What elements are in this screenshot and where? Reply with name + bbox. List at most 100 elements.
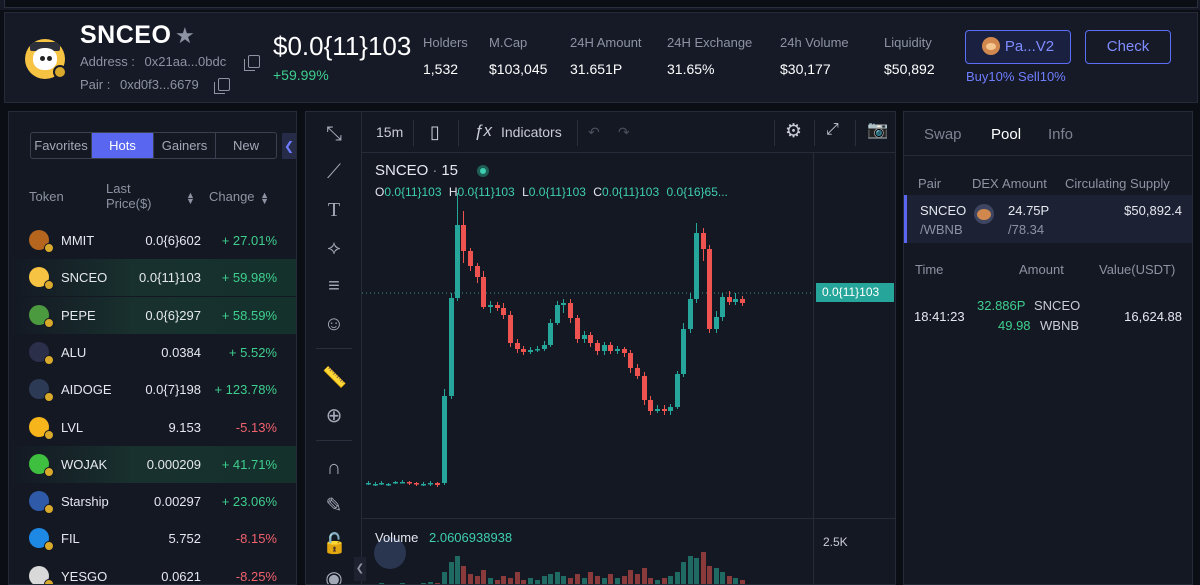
copy-address-icon[interactable] (244, 55, 260, 71)
volume-bar (455, 556, 460, 584)
col-change[interactable]: Change ▲ ▼ (209, 189, 274, 205)
indicators-button[interactable]: Indicators (501, 124, 562, 140)
token-change: + 58.59% (221, 307, 277, 323)
price-change: +59.99% (273, 67, 329, 83)
tab-favorites[interactable]: Favorites (31, 133, 92, 158)
candle (602, 345, 607, 351)
pattern-tool-icon[interactable]: ⟡ (322, 236, 346, 260)
check-button[interactable]: Check (1085, 30, 1171, 64)
candle (535, 349, 540, 351)
token-price: 0.0{6}602 (145, 233, 201, 248)
candle (528, 350, 533, 352)
candle (582, 335, 587, 339)
token-change: -5.13% (235, 419, 277, 435)
volume-bar (535, 580, 540, 584)
crosshair-tool-icon[interactable]: ⤡ (322, 122, 346, 146)
candle (622, 349, 627, 353)
candle (740, 299, 745, 303)
candle (414, 483, 419, 485)
volume-bar (481, 570, 486, 584)
candle-style-icon[interactable]: ▯ (430, 122, 440, 143)
token-name: ALU (61, 344, 87, 360)
hide-icon[interactable]: ◉ (322, 567, 346, 584)
candle (568, 303, 573, 318)
candle (508, 315, 513, 343)
token-change: + 123.78% (214, 382, 277, 398)
trend-line-tool-icon[interactable]: ⟋ (322, 160, 346, 184)
lock-icon[interactable]: 🔓 (322, 532, 347, 556)
token-row-fil[interactable]: FIL 5.752 -8.15% (9, 520, 296, 557)
col-token: Token (29, 189, 64, 204)
top-strip (0, 0, 1200, 10)
stat-holders: Holders 1,532 (423, 35, 468, 77)
ruler-tool-icon[interactable]: 📏 (322, 366, 347, 390)
candle (561, 303, 566, 305)
collapse-panel-button[interactable]: ❮ (282, 133, 296, 159)
indicators-icon[interactable]: ƒx (474, 121, 492, 141)
camera-icon[interactable]: 📷 (867, 120, 888, 140)
tab-pool[interactable]: Pool (991, 126, 1021, 143)
sort-price-icon[interactable]: ▲ ▼ (186, 189, 200, 205)
zoom-in-icon[interactable]: ⊕ (322, 404, 346, 428)
snceo-token-icon (29, 267, 54, 291)
candle (727, 297, 732, 302)
tx-row[interactable]: 18:41:23 32.886P SNCEO 49.98 WBNB 16,624… (904, 294, 1192, 338)
candle (468, 251, 473, 266)
pool-row[interactable]: SNCEO /WBNB 24.75P /78.34 $50,892.4 (904, 195, 1192, 243)
candle (521, 349, 526, 352)
token-row-wojak[interactable]: WOJAK 0.000209 + 41.71% (9, 445, 296, 483)
candle (542, 345, 547, 349)
fil-token-icon (29, 528, 54, 552)
tab-hots[interactable]: Hots (92, 133, 154, 158)
token-change: + 27.01% (221, 233, 277, 248)
draw-mode-icon[interactable]: ✎ (322, 494, 346, 518)
candle (495, 305, 500, 308)
tab-info[interactable]: Info (1048, 126, 1073, 143)
candle (642, 376, 647, 400)
tab-gainers[interactable]: Gainers (154, 133, 216, 158)
token-row-alu[interactable]: ALU 0.0384 + 5.52% (9, 334, 296, 371)
volume-bar (515, 572, 520, 584)
pair-select-button[interactable]: Pa...V2 (965, 30, 1071, 64)
stat-mcap: M.Cap $103,045 (489, 35, 548, 77)
token-row-lvl[interactable]: LVL 9.153 -5.13% (9, 409, 296, 446)
volume-bar (608, 574, 613, 584)
volume-bar (688, 556, 693, 584)
token-row-aidoge[interactable]: AIDOGE 0.0{7}198 + 123.78% (9, 371, 296, 408)
favorite-star-icon[interactable]: ★ (175, 23, 195, 49)
fullscreen-icon[interactable]: ⤢ (826, 121, 839, 139)
tab-new[interactable]: New (216, 133, 276, 158)
token-price: $0.0{11}103 (273, 31, 412, 61)
volume-bar (701, 552, 706, 584)
token-row-pepe[interactable]: PEPE 0.0{6}297 + 58.59% (9, 296, 296, 334)
candle (442, 396, 447, 483)
volume-bar (449, 562, 454, 584)
tab-swap[interactable]: Swap (924, 126, 962, 143)
token-price: 0.0{7}198 (145, 382, 201, 398)
candle (575, 318, 580, 339)
volume-bar (694, 558, 699, 584)
volume-bar (542, 576, 547, 584)
candle (555, 305, 560, 323)
emoji-tool-icon[interactable]: ☺ (322, 312, 346, 336)
text-tool-icon[interactable]: T (322, 198, 346, 222)
token-row-starship[interactable]: Starship 0.00297 + 23.06% (9, 483, 296, 520)
interval-select[interactable]: 15m (376, 124, 403, 140)
candlestick-chart[interactable] (362, 153, 896, 585)
redo-icon[interactable]: ↷ (618, 124, 630, 141)
pair-address: Pair : 0xd0f3...6679 (80, 77, 199, 92)
settings-gear-icon[interactable]: ⚙ (785, 120, 802, 143)
fib-tool-icon[interactable]: ≡ (322, 274, 346, 298)
magnet-icon[interactable]: ∩ (322, 456, 346, 480)
copy-pair-icon[interactable] (214, 78, 230, 94)
token-name: FIL (61, 531, 80, 547)
stat-liquidity: Liquidity $50,892 (884, 35, 935, 77)
token-row-snceo[interactable]: SNCEO 0.0{11}103 + 59.98% (9, 259, 296, 297)
pancakeswap-icon (974, 204, 994, 224)
token-price: 0.0{6}297 (145, 307, 201, 323)
token-row-mmit[interactable]: MMIT 0.0{6}602 + 27.01% (9, 222, 296, 259)
undo-icon[interactable]: ↶ (588, 124, 600, 141)
token-row-yesgo[interactable]: YESGO 0.0621 -8.25% (9, 558, 296, 584)
lvl-token-icon (29, 416, 54, 440)
volume-bar (662, 578, 667, 584)
